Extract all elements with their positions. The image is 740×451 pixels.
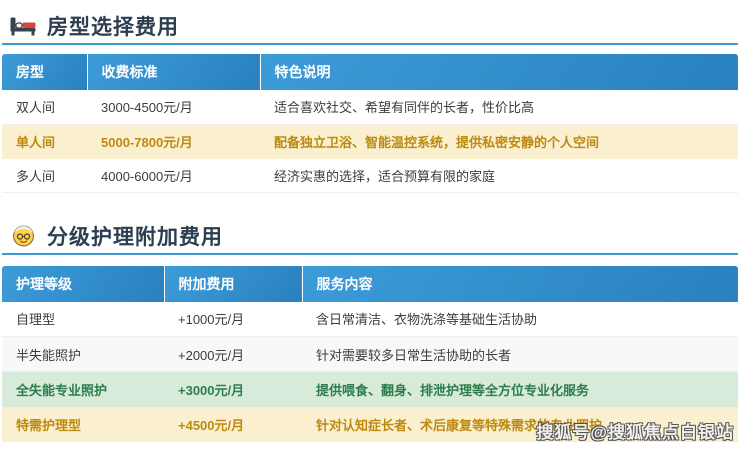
table-cell: 针对需要较多日常生活协助的长者 bbox=[302, 337, 738, 372]
room-fee-table: 房型收费标准特色说明双人间3000-4500元/月适合喜欢社交、希望有同伴的长者… bbox=[2, 54, 738, 193]
article-page: 房型选择费用 房型收费标准特色说明双人间3000-4500元/月适合喜欢社交、希… bbox=[0, 9, 740, 442]
nursing-fee-table: 护理等级附加费用服务内容自理型+1000元/月含日常清洁、衣物洗涤等基础生活协助… bbox=[2, 266, 738, 443]
section-title-room-fees: 房型选择费用 bbox=[47, 11, 179, 41]
table-cell: 多人间 bbox=[2, 158, 87, 192]
section-nursing-fees: 分级护理附加费用 护理等级附加费用服务内容自理型+1000元/月含日常清洁、衣物… bbox=[2, 219, 738, 443]
section-nursing-fees-header: 分级护理附加费用 bbox=[2, 219, 738, 255]
section-room-fees: 房型选择费用 房型收费标准特色说明双人间3000-4500元/月适合喜欢社交、希… bbox=[2, 9, 738, 193]
elder-icon bbox=[9, 223, 37, 249]
column-header: 服务内容 bbox=[302, 266, 738, 302]
table-cell: 双人间 bbox=[2, 90, 87, 124]
column-header: 护理等级 bbox=[2, 266, 164, 302]
table-cell: 单人间 bbox=[2, 124, 87, 158]
table-row: 单人间5000-7800元/月配备独立卫浴、智能温控系统，提供私密安静的个人空间 bbox=[2, 124, 738, 158]
table-row: 双人间3000-4500元/月适合喜欢社交、希望有同伴的长者，性价比高 bbox=[2, 90, 738, 124]
section-room-fees-header: 房型选择费用 bbox=[2, 9, 738, 45]
table-cell: 含日常清洁、衣物洗涤等基础生活协助 bbox=[302, 302, 738, 337]
table-cell: 4000-6000元/月 bbox=[87, 158, 260, 192]
table-cell: +3000元/月 bbox=[164, 372, 302, 407]
column-header: 房型 bbox=[2, 54, 87, 90]
column-header: 特色说明 bbox=[260, 54, 738, 90]
table-cell: 自理型 bbox=[2, 302, 164, 337]
table-row: 半失能照护+2000元/月针对需要较多日常生活协助的长者 bbox=[2, 337, 738, 372]
table-row: 全失能专业照护+3000元/月提供喂食、翻身、排泄护理等全方位专业化服务 bbox=[2, 372, 738, 407]
table-cell: 3000-4500元/月 bbox=[87, 90, 260, 124]
table-header-row: 房型收费标准特色说明 bbox=[2, 54, 738, 90]
table-cell: +2000元/月 bbox=[164, 337, 302, 372]
table-cell: 适合喜欢社交、希望有同伴的长者，性价比高 bbox=[260, 90, 738, 124]
table-cell: 经济实惠的选择，适合预算有限的家庭 bbox=[260, 158, 738, 192]
table-cell: 特需护理型 bbox=[2, 407, 164, 442]
table-cell: 半失能照护 bbox=[2, 337, 164, 372]
table-cell: 配备独立卫浴、智能温控系统，提供私密安静的个人空间 bbox=[260, 124, 738, 158]
bed-icon bbox=[9, 13, 37, 39]
table-cell: +4500元/月 bbox=[164, 407, 302, 442]
table-row: 多人间4000-6000元/月经济实惠的选择，适合预算有限的家庭 bbox=[2, 158, 738, 192]
table-cell: 全失能专业照护 bbox=[2, 372, 164, 407]
watermark: 搜狐号@搜狐焦点白银站 bbox=[536, 418, 734, 443]
column-header: 附加费用 bbox=[164, 266, 302, 302]
table-cell: 提供喂食、翻身、排泄护理等全方位专业化服务 bbox=[302, 372, 738, 407]
column-header: 收费标准 bbox=[87, 54, 260, 90]
table-cell: +1000元/月 bbox=[164, 302, 302, 337]
section-title-nursing-fees: 分级护理附加费用 bbox=[47, 221, 223, 251]
table-cell: 5000-7800元/月 bbox=[87, 124, 260, 158]
table-row: 自理型+1000元/月含日常清洁、衣物洗涤等基础生活协助 bbox=[2, 302, 738, 337]
table-header-row: 护理等级附加费用服务内容 bbox=[2, 266, 738, 302]
